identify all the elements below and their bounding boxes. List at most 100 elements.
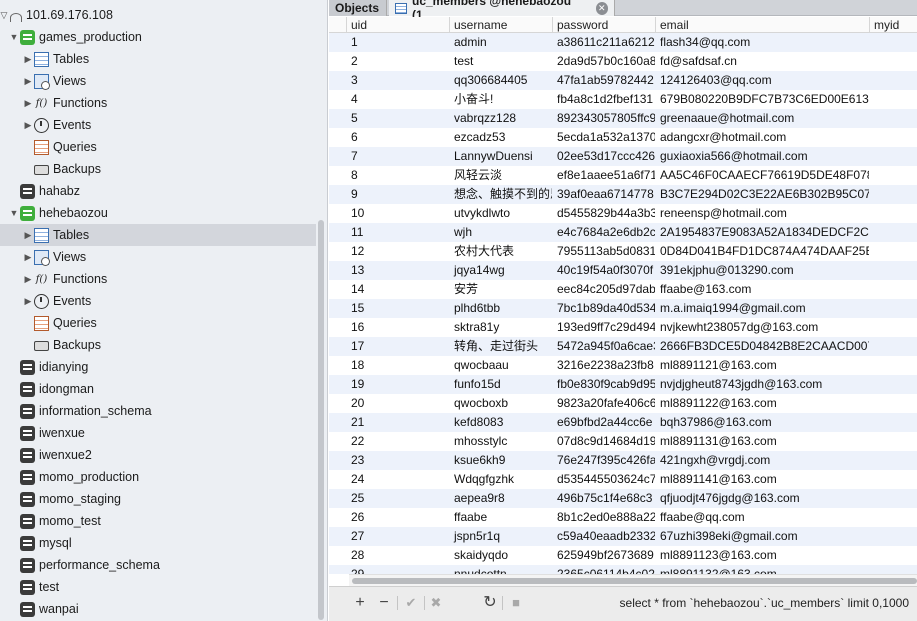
cell-email[interactable]: 0D84D041B4FD1DC874A474DAAF25B5 bbox=[655, 242, 869, 261]
sidebar-item-tables[interactable]: ▶ Tables bbox=[0, 224, 316, 246]
cell-uid[interactable]: 14 bbox=[346, 280, 449, 299]
cell-email[interactable]: fd@safdsaf.cn bbox=[655, 52, 869, 71]
cell-username[interactable]: 转角、走过街头 bbox=[449, 337, 552, 356]
chevron-down-icon[interactable]: ▽ bbox=[0, 10, 10, 21]
table-row[interactable]: 11 wjh e4c7684a2e6db2c 2A1954837E9083A52A18… bbox=[329, 223, 917, 242]
chevron-right-icon[interactable]: ▶ bbox=[22, 296, 34, 307]
cell-uid[interactable]: 3 bbox=[346, 71, 449, 90]
chevron-right-icon[interactable]: ▶ bbox=[22, 76, 34, 87]
cell-uid[interactable]: 7 bbox=[346, 147, 449, 166]
cell-email[interactable]: greenaaue@hotmail.com bbox=[655, 109, 869, 128]
cell-username[interactable]: LannywDuensi bbox=[449, 147, 552, 166]
cell-uid[interactable]: 18 bbox=[346, 356, 449, 375]
sidebar-item-views[interactable]: ▶ Views bbox=[0, 70, 316, 92]
table-row[interactable]: 21 kefd8083 e69bfbd2a44cc6e bqh37986@163.co… bbox=[329, 413, 917, 432]
cell-email[interactable]: bqh37986@163.com bbox=[655, 413, 869, 432]
close-icon[interactable]: ✕ bbox=[595, 1, 608, 15]
cell-password[interactable]: 496b75c1f4e68c3 bbox=[552, 489, 655, 508]
cell-password[interactable]: 193ed9ff7c29d494 bbox=[552, 318, 655, 337]
cell-uid[interactable]: 27 bbox=[346, 527, 449, 546]
cell-email[interactable]: 124126403@qq.com bbox=[655, 71, 869, 90]
cell-username[interactable]: admin bbox=[449, 33, 552, 52]
table-row[interactable]: 16 sktra81y 193ed9ff7c29d494 nvjkewht238057… bbox=[329, 318, 917, 337]
cell-username[interactable]: jqya14wg bbox=[449, 261, 552, 280]
chevron-right-icon[interactable]: ▶ bbox=[22, 54, 34, 65]
cell-uid[interactable]: 11 bbox=[346, 223, 449, 242]
cell-uid[interactable]: 15 bbox=[346, 299, 449, 318]
table-row[interactable]: 1 admin a38611c211a6212 flash34@qq.com bbox=[329, 33, 917, 52]
cell-uid[interactable]: 6 bbox=[346, 128, 449, 147]
cell-username[interactable]: aepea9r8 bbox=[449, 489, 552, 508]
cell-email[interactable]: ml8891131@163.com bbox=[655, 432, 869, 451]
table-row[interactable]: 3 qq306684405 47fa1ab59782442 124126403@qq.… bbox=[329, 71, 917, 90]
column-header-email[interactable]: email bbox=[655, 17, 869, 33]
cell-email[interactable]: ffaabe@qq.com bbox=[655, 508, 869, 527]
cell-email[interactable]: AA5C46F0CAAECF76619D5DE48F078C bbox=[655, 166, 869, 185]
table-row[interactable]: 22 mhosstylc 07d8c9d14684d19 ml8891131@163.… bbox=[329, 432, 917, 451]
cell-password[interactable]: 76e247f395c426fa bbox=[552, 451, 655, 470]
sidebar-item-functions[interactable]: ▶ f() Functions bbox=[0, 268, 316, 290]
cell-email[interactable]: m.a.imaiq1994@gmail.com bbox=[655, 299, 869, 318]
cell-password[interactable]: 40c19f54a0f3070f bbox=[552, 261, 655, 280]
cell-email[interactable]: 391ekjphu@013290.com bbox=[655, 261, 869, 280]
cell-uid[interactable]: 8 bbox=[346, 166, 449, 185]
chevron-right-icon[interactable]: ▶ bbox=[22, 252, 34, 263]
chevron-down-icon[interactable]: ▼ bbox=[8, 32, 20, 42]
cell-uid[interactable]: 16 bbox=[346, 318, 449, 337]
cell-uid[interactable]: 24 bbox=[346, 470, 449, 489]
sidebar-item-wanpai[interactable]: wanpai bbox=[0, 598, 316, 620]
cell-uid[interactable]: 12 bbox=[346, 242, 449, 261]
cell-password[interactable]: 5ecda1a532a1370 bbox=[552, 128, 655, 147]
cell-password[interactable]: e4c7684a2e6db2c bbox=[552, 223, 655, 242]
cell-email[interactable]: ml8891132@163.com bbox=[655, 565, 869, 574]
cell-uid[interactable]: 21 bbox=[346, 413, 449, 432]
cell-uid[interactable]: 17 bbox=[346, 337, 449, 356]
cell-email[interactable]: 421ngxh@vrgdj.com bbox=[655, 451, 869, 470]
table-row[interactable]: 20 qwocboxb 9823a20fafe406c6 ml8891122@163.… bbox=[329, 394, 917, 413]
cell-username[interactable]: nnudcottn bbox=[449, 565, 552, 574]
cell-uid[interactable]: 4 bbox=[346, 90, 449, 109]
add-record-button[interactable]: + bbox=[349, 593, 371, 613]
cell-uid[interactable]: 28 bbox=[346, 546, 449, 565]
sidebar-item-hahabz[interactable]: hahabz bbox=[0, 180, 316, 202]
cell-password[interactable]: 07d8c9d14684d19 bbox=[552, 432, 655, 451]
apply-changes-button[interactable]: ✔ bbox=[400, 593, 422, 613]
cell-username[interactable]: kefd8083 bbox=[449, 413, 552, 432]
cell-email[interactable]: 67uzhi398eki@gmail.com bbox=[655, 527, 869, 546]
cell-email[interactable]: 2A1954837E9083A52A1834DEDCF2C1 bbox=[655, 223, 869, 242]
cell-password[interactable]: 47fa1ab59782442 bbox=[552, 71, 655, 90]
cell-password[interactable]: d535445503624c7 bbox=[552, 470, 655, 489]
cell-email[interactable]: adangcxr@hotmail.com bbox=[655, 128, 869, 147]
sidebar-item-backups[interactable]: Backups bbox=[0, 158, 316, 180]
chevron-right-icon[interactable]: ▶ bbox=[22, 98, 34, 109]
discard-changes-button[interactable]: ✖ bbox=[425, 593, 447, 613]
cell-username[interactable]: ffaabe bbox=[449, 508, 552, 527]
cell-password[interactable]: 7bc1b89da40d534 bbox=[552, 299, 655, 318]
cell-email[interactable]: nvjkewht238057dg@163.com bbox=[655, 318, 869, 337]
sidebar-item-momo-production[interactable]: momo_production bbox=[0, 466, 316, 488]
cell-uid[interactable]: 19 bbox=[346, 375, 449, 394]
cell-uid[interactable]: 20 bbox=[346, 394, 449, 413]
delete-record-button[interactable]: − bbox=[373, 593, 395, 613]
cell-username[interactable]: ksue6kh9 bbox=[449, 451, 552, 470]
table-row[interactable]: 7 LannywDuensi 02ee53d17ccc426 guxiaoxia566… bbox=[329, 147, 917, 166]
cell-username[interactable]: vabrqzz128 bbox=[449, 109, 552, 128]
cell-email[interactable]: 2666FB3DCE5D04842B8E2CAACD0076 bbox=[655, 337, 869, 356]
sidebar-item-games-production[interactable]: ▼ games_production bbox=[0, 26, 316, 48]
cell-email[interactable]: ffaabe@163.com bbox=[655, 280, 869, 299]
table-row[interactable]: 4 小奋斗! fb4a8c1d2fbef131 679B080220B9DFC7B73… bbox=[329, 90, 917, 109]
sidebar-item-tables[interactable]: ▶ Tables bbox=[0, 48, 316, 70]
cell-password[interactable]: 2365c06114b4c02 bbox=[552, 565, 655, 574]
cell-username[interactable]: skaidyqdo bbox=[449, 546, 552, 565]
sidebar-item-idongman[interactable]: idongman bbox=[0, 378, 316, 400]
cell-password[interactable]: 3216e2238a23fb8 bbox=[552, 356, 655, 375]
sidebar-item-iwenxue2[interactable]: iwenxue2 bbox=[0, 444, 316, 466]
cell-email[interactable]: guxiaoxia566@hotmail.com bbox=[655, 147, 869, 166]
cell-username[interactable]: Wdqgfgzhk bbox=[449, 470, 552, 489]
cell-email[interactable]: qfjuodjt476jgdg@163.com bbox=[655, 489, 869, 508]
cell-email[interactable]: 679B080220B9DFC7B73C6ED00E6133 bbox=[655, 90, 869, 109]
cell-password[interactable]: 39af0eaa6714778 bbox=[552, 185, 655, 204]
cell-password[interactable]: 892343057805ffc9 bbox=[552, 109, 655, 128]
table-row[interactable]: 13 jqya14wg 40c19f54a0f3070f 391ekjphu@0132… bbox=[329, 261, 917, 280]
sidebar-scrollbar[interactable] bbox=[318, 220, 324, 620]
